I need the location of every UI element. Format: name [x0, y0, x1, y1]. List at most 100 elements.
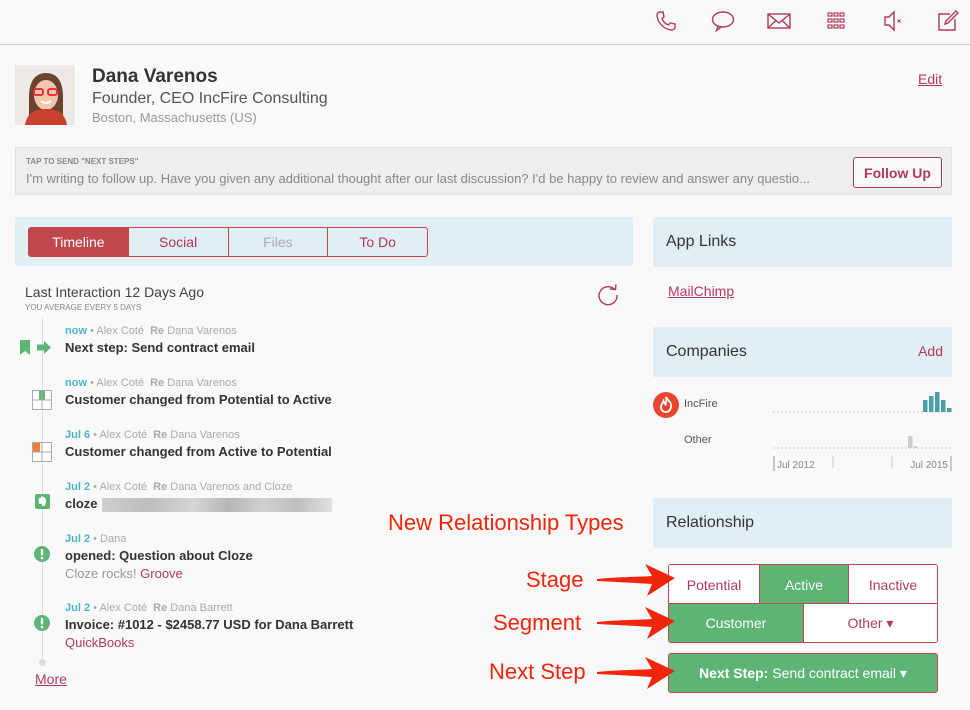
- stage-inactive[interactable]: Inactive: [849, 565, 937, 604]
- app-links-title: App Links: [666, 233, 737, 250]
- timeline-item[interactable]: now • Alex Coté Re Dana Varenos Customer …: [65, 377, 332, 407]
- timeline-item[interactable]: Jul 2 • Dana opened: Question about Cloz…: [65, 533, 253, 581]
- segment-other-dropdown[interactable]: Other ▾: [804, 604, 937, 642]
- timeline-item[interactable]: Jul 2 • Alex Coté Re Dana Barrett Invoice…: [65, 602, 353, 650]
- timeline-item[interactable]: Jul 6 • Alex Coté Re Dana Varenos Custome…: [65, 429, 332, 459]
- item-re: Dana Varenos and Cloze: [170, 481, 293, 493]
- activity-bar: [908, 436, 913, 448]
- timeline-item[interactable]: now • Alex Coté Re Dana Varenos Next step…: [65, 325, 255, 355]
- activity-bar: [941, 400, 946, 412]
- incfire-logo[interactable]: [653, 392, 679, 418]
- segment-customer[interactable]: Customer: [669, 604, 804, 642]
- item-author: Alex Coté: [96, 377, 145, 389]
- item-title: opened: Question about Cloze: [65, 548, 253, 563]
- annotation-segment: Segment: [493, 610, 582, 635]
- alert-icon: [34, 615, 50, 636]
- item-re-label: Re: [153, 481, 168, 493]
- compose-icon[interactable]: [934, 8, 962, 34]
- item-time: Jul 6: [65, 429, 91, 441]
- item-subtext: Cloze rocks!: [65, 566, 137, 581]
- activity-bar: [929, 396, 934, 412]
- grid-icon[interactable]: [822, 8, 850, 34]
- edit-link[interactable]: Edit: [918, 71, 942, 87]
- tab-todo[interactable]: To Do: [328, 228, 427, 256]
- next-step-dropdown[interactable]: Next Step: Send contract email ▾: [668, 653, 938, 693]
- phone-icon[interactable]: [652, 8, 680, 34]
- arrow-segment-icon: [597, 607, 675, 639]
- timeline-item[interactable]: Jul 2 • Alex Coté Re Dana Varenos and Clo…: [65, 481, 332, 512]
- average-interaction: YOU AVERAGE EVERY 5 DAYS: [25, 303, 142, 312]
- item-author: Alex Coté: [99, 602, 148, 614]
- item-re: Dana Varenos: [167, 325, 237, 337]
- relationship-title: Relationship: [666, 514, 755, 531]
- stage-potential[interactable]: Potential: [669, 565, 760, 604]
- relationship-header: Relationship: [653, 498, 952, 548]
- axis-label-end: Jul 2015: [910, 460, 948, 471]
- item-re: Dana Varenos: [170, 429, 240, 441]
- mute-icon[interactable]: [879, 8, 907, 34]
- refresh-icon[interactable]: [596, 282, 620, 306]
- item-time: now: [65, 325, 87, 337]
- stage-selector: Potential Active Inactive: [668, 564, 938, 604]
- item-author: Alex Coté: [96, 325, 145, 337]
- bookmark-icon: [20, 340, 30, 360]
- activity-bar: [914, 446, 917, 448]
- item-title: Invoice: #1012 - $2458.77 USD for Dana B…: [65, 617, 354, 632]
- follow-up-panel[interactable]: TAP TO SEND "NEXT STEPS" I'm writing to …: [15, 147, 952, 195]
- item-re-label: Re: [153, 602, 168, 614]
- activity-bar: [947, 408, 952, 412]
- item-re: Dana Barrett: [170, 602, 233, 614]
- company-name[interactable]: IncFire: [684, 398, 718, 410]
- item-time: Jul 2: [65, 481, 91, 493]
- timeline-end-dot: [39, 659, 46, 666]
- tab-social[interactable]: Social: [129, 228, 229, 256]
- follow-up-message[interactable]: I'm writing to follow up. Have you given…: [26, 171, 852, 186]
- contact-title: Founder, CEO IncFire Consulting: [92, 90, 328, 107]
- company-activity-chart: Jul 2012 Jul 2015: [773, 392, 952, 471]
- stage-change-icon: [32, 442, 52, 467]
- avatar: [15, 65, 75, 125]
- item-title: Next step: Send contract email: [65, 340, 255, 355]
- add-company-button[interactable]: Add: [918, 343, 943, 359]
- chat-icon[interactable]: [709, 8, 737, 34]
- annotation-stage: Stage: [526, 567, 584, 592]
- item-re: Dana Varenos: [167, 377, 237, 389]
- evernote-icon: [35, 494, 50, 514]
- more-link[interactable]: More: [35, 671, 67, 687]
- item-title: Customer changed from Active to Potentia…: [65, 444, 332, 459]
- axis-label-start: Jul 2012: [777, 460, 815, 471]
- segment-selector: Customer Other ▾: [668, 603, 938, 643]
- follow-up-button[interactable]: Follow Up: [853, 157, 942, 188]
- next-step-label: Next Step:: [699, 665, 769, 681]
- item-author: Dana: [100, 533, 127, 545]
- timeline-line: [42, 318, 43, 663]
- arrow-stage-icon: [597, 564, 675, 596]
- mail-icon[interactable]: [765, 8, 793, 34]
- top-toolbar: [0, 0, 970, 45]
- item-re-label: Re: [150, 377, 165, 389]
- item-time: now: [65, 377, 87, 389]
- item-time: Jul 2: [65, 533, 91, 545]
- stage-active[interactable]: Active: [760, 565, 849, 604]
- contact-location: Boston, Massachusetts (US): [92, 110, 257, 125]
- stage-change-icon: [32, 390, 52, 415]
- activity-bar: [935, 392, 940, 412]
- activity-bar: [923, 400, 928, 412]
- item-author: Alex Coté: [99, 481, 148, 493]
- alert-icon: [34, 546, 50, 567]
- app-links-header: App Links: [653, 217, 952, 267]
- contact-name: Dana Varenos: [92, 66, 218, 87]
- tab-timeline[interactable]: Timeline: [29, 228, 129, 256]
- quickbooks-link[interactable]: QuickBooks: [65, 635, 134, 650]
- item-title: Customer changed from Potential to Activ…: [65, 392, 332, 407]
- tab-files[interactable]: Files: [229, 228, 329, 256]
- companies-header: Companies Add: [653, 327, 952, 377]
- mailchimp-link[interactable]: MailChimp: [668, 283, 734, 299]
- groove-link[interactable]: Groove: [140, 566, 183, 581]
- annotation-next-step: Next Step: [489, 659, 586, 684]
- tabs-bar: Timeline Social Files To Do: [15, 217, 633, 266]
- company-other: Other: [684, 434, 712, 446]
- redacted-text: [101, 497, 332, 512]
- item-re-label: Re: [153, 429, 168, 441]
- next-step-value: Send contract email ▾: [772, 664, 907, 681]
